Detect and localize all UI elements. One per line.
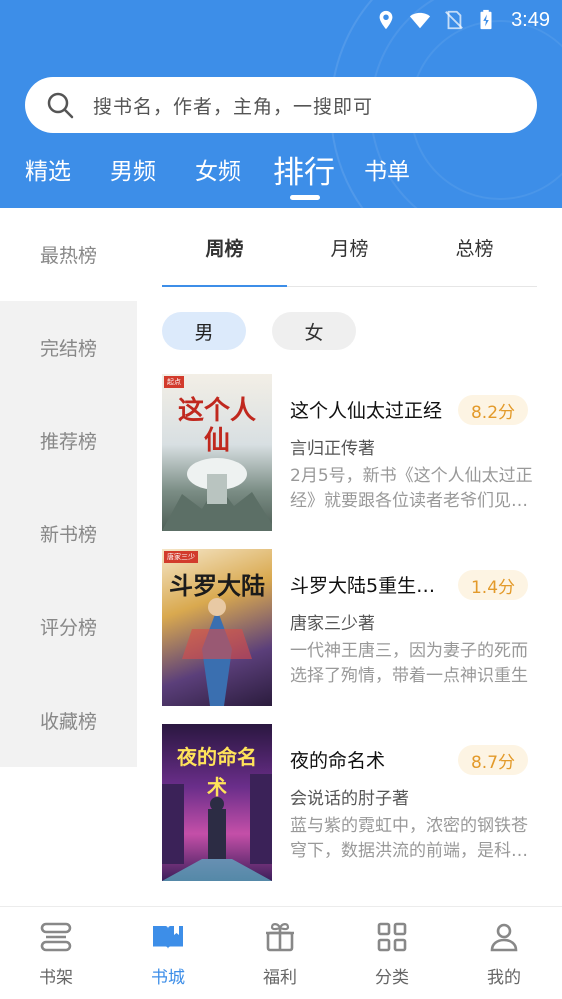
period-tab-monthly[interactable]: 月榜 <box>287 208 412 287</box>
bookshelf-icon <box>40 922 72 952</box>
tab-nanpin[interactable]: 男频 <box>110 146 156 192</box>
cover-publisher-tag: 起点 <box>164 376 184 388</box>
book-cover[interactable]: 夜的命名术 <box>162 724 272 881</box>
header: 3:49 搜书名，作者，主角，一搜即可 精选 男频 女频 排行 书单 <box>0 0 562 208</box>
rank-menu-item-hottest[interactable]: 最热榜 <box>0 208 137 301</box>
tab-shudan[interactable]: 书单 <box>364 146 410 192</box>
battery-charging-icon <box>480 9 492 30</box>
bottom-nav-label: 福利 <box>263 968 297 988</box>
book-title[interactable]: 这个人仙太过正经 <box>290 396 450 423</box>
book-description: 2月5号，新书《这个人仙太过正经》就要跟各位读者老爷们见面了 <box>290 466 533 511</box>
bottom-nav-category[interactable]: 分类 <box>336 907 448 999</box>
book-score-badge: 8.2分 <box>458 395 528 425</box>
book-score-badge: 1.4分 <box>458 570 528 600</box>
book-author: 言归正传著 <box>290 439 375 459</box>
cover-title: 夜的命名术 <box>177 745 257 799</box>
book-item[interactable]: 起点 这个人仙 这个人仙太过正经 8.2分 言归正传著 2月5号，新书《这个人仙… <box>162 374 537 532</box>
bottom-nav: 书架 书城 福利 分类 我的 <box>0 906 562 999</box>
open-book-icon <box>153 926 183 949</box>
status-bar: 3:49 <box>375 0 550 40</box>
status-time: 3:49 <box>511 8 550 31</box>
top-tabs: 精选 男频 女频 排行 书单 <box>0 146 562 200</box>
book-title[interactable]: 斗罗大陆5重生唐三 <box>290 571 450 598</box>
search-bar[interactable]: 搜书名，作者，主角，一搜即可 <box>25 77 537 133</box>
rank-menu-item-rating[interactable]: 评分榜 <box>0 580 137 673</box>
rank-menu: 最热榜 完结榜 推荐榜 新书榜 评分榜 收藏榜 <box>0 208 137 767</box>
bottom-nav-label: 我的 <box>487 968 521 988</box>
book-author: 唐家三少著 <box>290 614 375 634</box>
tab-active-indicator <box>290 195 320 200</box>
rank-menu-item-completed[interactable]: 完结榜 <box>0 301 137 394</box>
book-cover[interactable]: 唐家三少 斗罗大陆 <box>162 549 272 706</box>
book-cover[interactable]: 起点 这个人仙 <box>162 374 272 531</box>
gender-chip-male[interactable]: 男 <box>162 312 246 350</box>
bottom-nav-bookshelf[interactable]: 书架 <box>0 907 112 999</box>
cover-title: 斗罗大陆 <box>169 572 265 600</box>
period-tabs: 周榜 月榜 总榜 <box>162 208 537 287</box>
rank-menu-item-recommended[interactable]: 推荐榜 <box>0 394 137 487</box>
gender-chip-female[interactable]: 女 <box>272 312 356 350</box>
cover-art <box>162 458 272 531</box>
location-icon <box>379 10 393 30</box>
grid-icon <box>377 922 407 952</box>
book-item[interactable]: 唐家三少 斗罗大陆 斗罗大陆5重生唐三 1.4分 唐家三少著 一代神王唐三，因为… <box>162 549 537 707</box>
bottom-nav-bookstore[interactable]: 书城 <box>112 907 224 999</box>
rank-menu-item-favorites[interactable]: 收藏榜 <box>0 673 137 767</box>
tab-nvpin[interactable]: 女频 <box>195 146 241 192</box>
book-score-badge: 8.7分 <box>458 745 528 775</box>
bottom-nav-label: 分类 <box>375 968 409 988</box>
period-tab-total[interactable]: 总榜 <box>412 208 537 287</box>
tab-jingxuan[interactable]: 精选 <box>25 146 71 192</box>
period-tab-indicator <box>162 285 287 287</box>
bottom-nav-label: 书架 <box>39 968 73 988</box>
book-title[interactable]: 夜的命名术 <box>290 746 450 773</box>
cover-title: 这个人仙 <box>177 396 256 456</box>
bottom-nav-profile[interactable]: 我的 <box>448 907 560 999</box>
period-tab-weekly[interactable]: 周榜 <box>162 208 287 287</box>
book-description: 一代神王唐三，因为妻子的死而选择了殉情，带着一点神识重生 <box>290 641 528 686</box>
book-item[interactable]: 夜的命名术 夜的命名术 8.7分 会说话的肘子著 蓝与紫的霓虹中，浓密的钢铁苍穹… <box>162 724 537 882</box>
no-sim-icon <box>445 10 463 30</box>
rank-menu-item-new[interactable]: 新书榜 <box>0 487 137 580</box>
user-icon <box>490 923 518 952</box>
gift-icon <box>266 923 294 952</box>
bottom-nav-label: 书城 <box>151 968 185 988</box>
cover-publisher-tag: 唐家三少 <box>164 551 198 563</box>
tab-paihang[interactable]: 排行 <box>273 146 335 192</box>
search-placeholder: 搜书名，作者，主角，一搜即可 <box>93 95 374 118</box>
book-description: 蓝与紫的霓虹中，浓密的钢铁苍穹下，数据洪流的前端，是科技革命之后的世界 <box>290 816 528 861</box>
bottom-nav-welfare[interactable]: 福利 <box>224 907 336 999</box>
cover-art <box>182 598 252 706</box>
book-author: 会说话的肘子著 <box>290 789 409 809</box>
search-icon <box>47 92 74 119</box>
wifi-icon <box>409 12 431 29</box>
